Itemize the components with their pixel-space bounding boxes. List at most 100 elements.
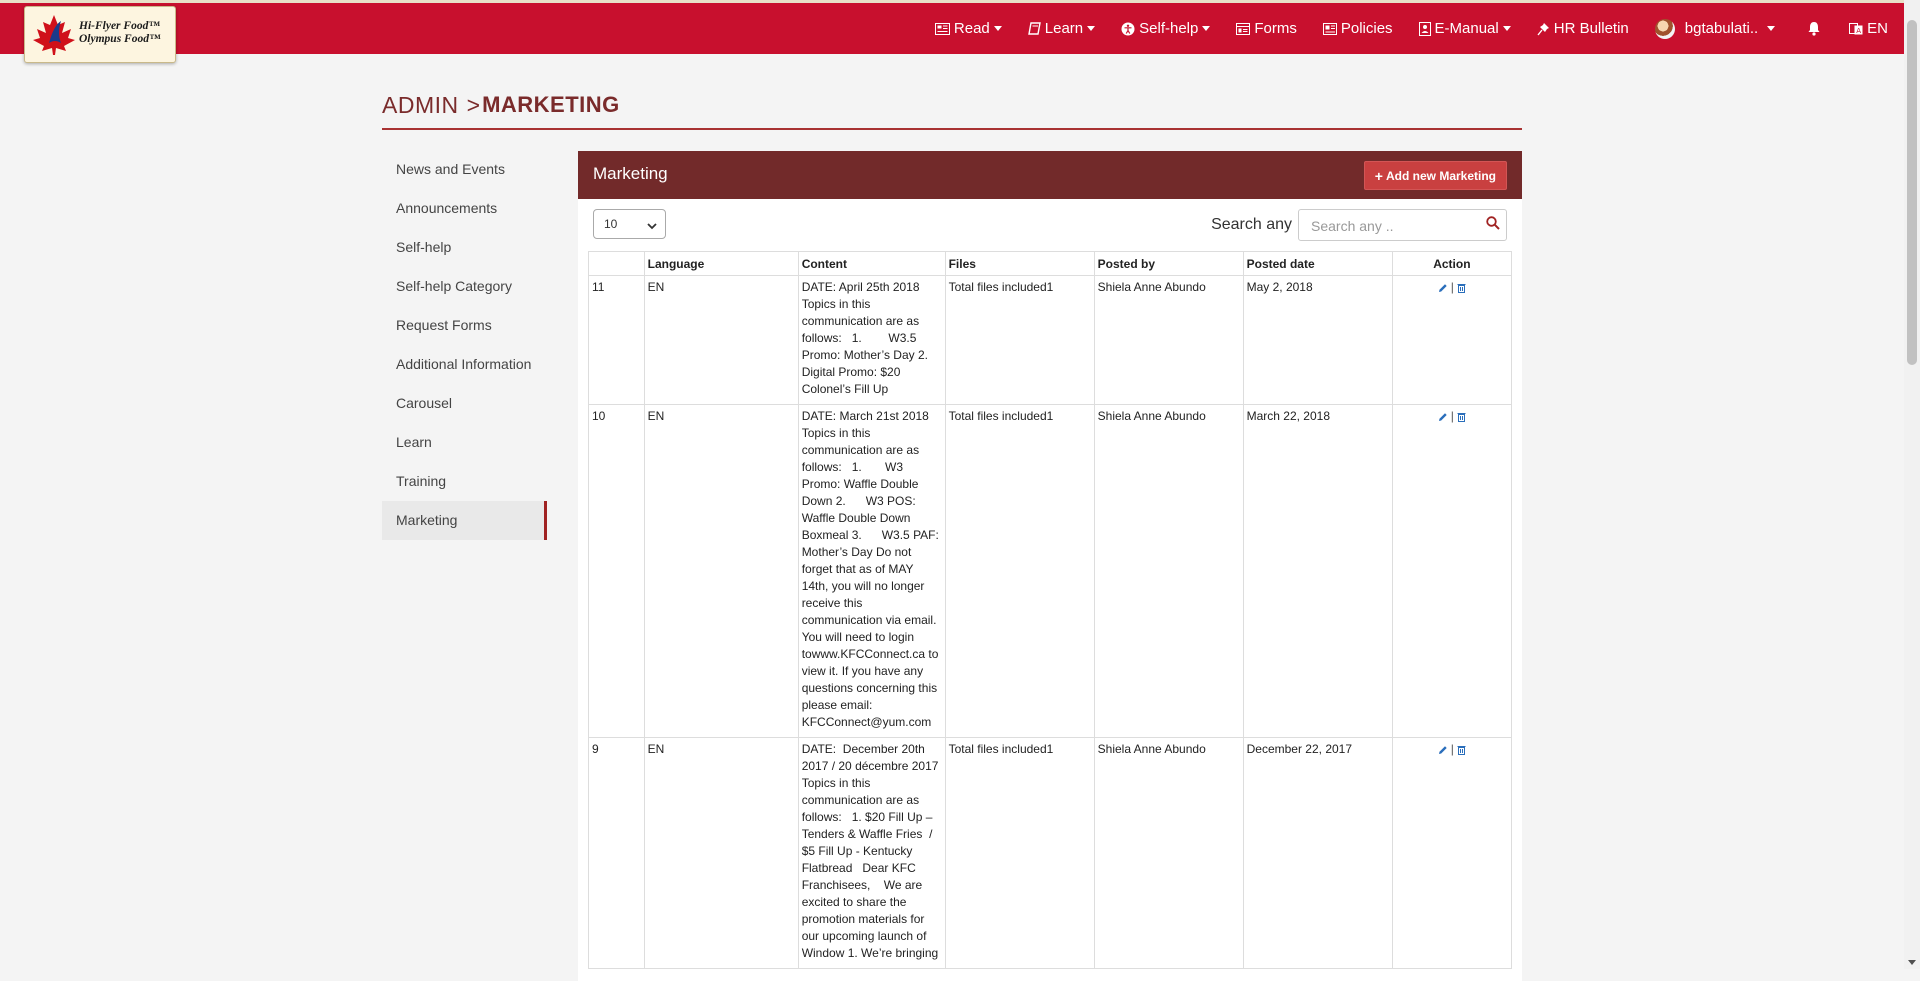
form-icon	[1236, 22, 1251, 35]
add-button-label: Add new Marketing	[1385, 168, 1496, 183]
panel-header: Marketing + Add new Marketing	[578, 151, 1522, 199]
nav-e-manual-label: E-Manual	[1434, 20, 1499, 37]
brand-text: Hi-Flyer Food™ Olympus Food™	[79, 20, 160, 46]
edit-pencil-icon[interactable]	[1438, 283, 1448, 293]
breadcrumb-admin[interactable]: ADMIN	[382, 92, 459, 119]
table-row: 11 EN DATE: April 25th 2018 Topics in th…	[588, 275, 1513, 405]
scrollbar-thumb[interactable]	[1907, 20, 1917, 365]
page-title: MARKETING	[482, 92, 620, 117]
sidebar-item-training[interactable]: Training	[382, 462, 547, 501]
column-header-id[interactable]	[588, 251, 645, 276]
translate-icon: A	[1849, 22, 1863, 35]
table-row: 10 EN DATE: March 21st 2018 Topics in th…	[588, 404, 1513, 738]
column-header-files[interactable]: Files	[944, 251, 1095, 276]
page-scrollbar[interactable]	[1904, 0, 1920, 969]
caret-down-icon	[1087, 26, 1096, 31]
cell-actions: |	[1391, 404, 1513, 738]
brand-logo[interactable]: Hi-Flyer Food™ Olympus Food™	[24, 6, 176, 63]
manual-icon	[1418, 21, 1431, 36]
brand-line-2: Olympus Food™	[79, 33, 161, 45]
caret-down-icon	[1202, 26, 1211, 31]
column-header-content[interactable]: Content	[797, 251, 946, 276]
nav-learn[interactable]: Learn	[1027, 20, 1096, 37]
book-icon	[1027, 22, 1041, 35]
page-length-select[interactable]: 10	[593, 209, 666, 239]
delete-trash-icon[interactable]	[1457, 412, 1466, 422]
cell-actions: |	[1391, 737, 1513, 969]
cell-content: DATE: March 21st 2018 Topics in this com…	[797, 404, 946, 738]
sidebar-item-news-and-events[interactable]: News and Events	[382, 150, 547, 189]
sidebar-item-self-help[interactable]: Self-help	[382, 228, 547, 267]
notifications-button[interactable]	[1807, 21, 1825, 36]
nav-hr-bulletin[interactable]: HR Bulletin	[1537, 20, 1629, 37]
nav-menu: Read Learn Self-help Forms Policies E-Ma…	[909, 3, 1888, 54]
cell-language: EN	[643, 737, 799, 969]
page-length-value: 10	[604, 217, 618, 231]
nav-learn-label: Learn	[1044, 20, 1084, 37]
admin-sidebar: News and Events Announcements Self-help …	[382, 150, 547, 540]
search-icon[interactable]	[1486, 216, 1500, 233]
nav-self-help-label: Self-help	[1139, 20, 1199, 37]
table-row: 9 EN DATE: December 20th 2017 / 20 décem…	[588, 737, 1513, 969]
top-navbar: Hi-Flyer Food™ Olympus Food™ Read Learn …	[0, 0, 1904, 63]
cell-posted-by: Shiela Anne Abundo	[1093, 737, 1244, 969]
cell-files: Total files included1	[944, 275, 1095, 405]
column-header-language[interactable]: Language	[643, 251, 799, 276]
column-header-action: Action	[1391, 251, 1513, 276]
language-switcher[interactable]: A EN	[1849, 20, 1888, 37]
sidebar-item-carousel[interactable]: Carousel	[382, 384, 547, 423]
cell-files: Total files included1	[944, 737, 1095, 969]
cell-files: Total files included1	[944, 404, 1095, 738]
pushpin-icon	[1537, 22, 1550, 36]
column-header-posted-by[interactable]: Posted by	[1093, 251, 1244, 276]
search-label: Search any	[1211, 216, 1292, 233]
accessibility-icon	[1121, 22, 1135, 36]
nav-forms-label: Forms	[1254, 20, 1297, 37]
plus-icon: +	[1374, 167, 1383, 184]
table-header-row: Language Content Files Posted by Posted …	[588, 251, 1513, 276]
cell-posted-date: March 22, 2018	[1242, 404, 1393, 738]
marketing-table: Language Content Files Posted by Posted …	[588, 251, 1513, 969]
column-header-posted-date[interactable]: Posted date	[1242, 251, 1393, 276]
action-divider: |	[1450, 742, 1454, 756]
cell-id: 11	[588, 275, 645, 405]
bell-icon	[1807, 21, 1821, 36]
cell-posted-date: December 22, 2017	[1242, 737, 1393, 969]
marketing-panel: Marketing + Add new Marketing 10 Search …	[578, 151, 1522, 981]
delete-trash-icon[interactable]	[1457, 283, 1466, 293]
maple-leaf-icon	[33, 15, 75, 55]
nav-hr-bulletin-label: HR Bulletin	[1553, 20, 1629, 37]
nav-self-help[interactable]: Self-help	[1121, 20, 1211, 37]
nav-forms[interactable]: Forms	[1236, 20, 1297, 37]
newspaper-icon	[934, 22, 950, 35]
chevron-down-icon	[647, 219, 657, 233]
sidebar-item-self-help-category[interactable]: Self-help Category	[382, 267, 547, 306]
nav-user-menu[interactable]: bgtabulati..	[1654, 18, 1776, 39]
action-divider: |	[1450, 280, 1454, 294]
add-new-marketing-button[interactable]: + Add new Marketing	[1363, 161, 1507, 190]
nav-read[interactable]: Read	[934, 20, 1002, 37]
delete-trash-icon[interactable]	[1457, 745, 1466, 755]
panel-title: Marketing	[593, 164, 668, 183]
cell-language: EN	[643, 404, 799, 738]
svg-text:A: A	[1856, 26, 1861, 34]
breadcrumb-separator: >	[466, 92, 481, 118]
sidebar-item-additional-information[interactable]: Additional Information	[382, 345, 547, 384]
cell-posted-by: Shiela Anne Abundo	[1093, 275, 1244, 405]
policy-icon	[1322, 22, 1337, 35]
edit-pencil-icon[interactable]	[1438, 745, 1448, 755]
caret-down-icon	[1502, 26, 1511, 31]
scroll-down-icon[interactable]	[1908, 960, 1916, 965]
nav-policies-label: Policies	[1340, 20, 1393, 37]
sidebar-item-marketing[interactable]: Marketing	[382, 501, 547, 540]
nav-e-manual[interactable]: E-Manual	[1418, 20, 1511, 37]
sidebar-item-learn[interactable]: Learn	[382, 423, 547, 462]
action-divider: |	[1450, 409, 1454, 423]
search-input[interactable]: Search any ..	[1298, 209, 1507, 241]
sidebar-item-request-forms[interactable]: Request Forms	[382, 306, 547, 345]
sidebar-item-announcements[interactable]: Announcements	[382, 189, 547, 228]
nav-policies[interactable]: Policies	[1322, 20, 1393, 37]
edit-pencil-icon[interactable]	[1438, 412, 1448, 422]
caret-down-icon	[1767, 26, 1776, 31]
cell-posted-date: May 2, 2018	[1242, 275, 1393, 405]
